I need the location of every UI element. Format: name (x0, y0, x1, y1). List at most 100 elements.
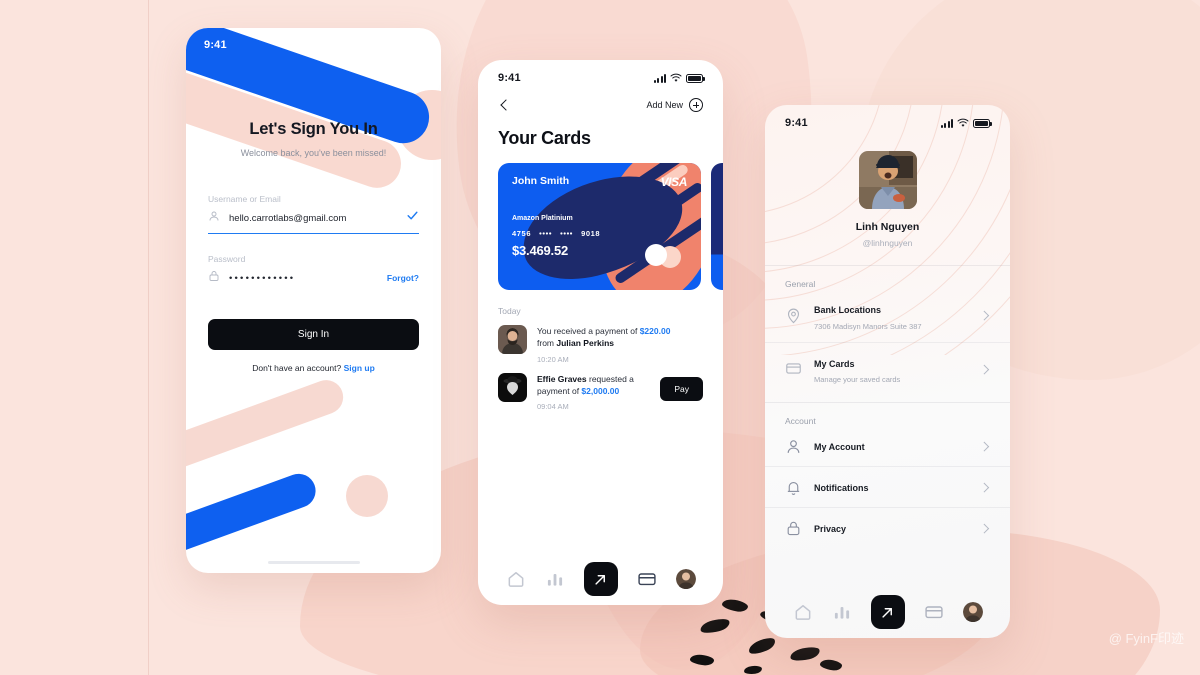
arrow-up-right-icon[interactable] (583, 562, 618, 596)
bottom-tab-bar (478, 553, 723, 605)
battery-icon (686, 73, 705, 83)
card-top-row: John Smith VISA (512, 175, 687, 189)
add-new-button[interactable]: Add New (646, 98, 703, 112)
page-title: Your Cards (498, 128, 591, 148)
transaction-text: You received a payment of $220.00 from J… (537, 325, 703, 350)
page-title: Let's Sign You In (249, 120, 378, 138)
location-pin-icon (785, 307, 802, 324)
add-new-label: Add New (646, 100, 683, 110)
phone-profile-screen: 9:41 Linh Nguyen @linhnguyen General Ban… (765, 105, 1010, 638)
card-number: 4756 •••• •••• 9018 (512, 229, 687, 238)
username-field-row[interactable]: hello.carrotlabs@gmail.com (208, 209, 419, 234)
home-icon[interactable] (506, 569, 526, 589)
chevron-right-icon (980, 310, 990, 320)
username-group: Username or Email hello.carrotlabs@gmail… (208, 194, 419, 234)
phone-cards-screen: 9:41 Add New Your Cards John Smith VISA … (478, 60, 723, 605)
status-bar: 9:41 (186, 28, 441, 51)
signin-button[interactable]: Sign In (208, 319, 419, 350)
transaction-text: Effie Graves requested a payment of $2,0… (537, 373, 650, 398)
card-number-prefix: 4756 (512, 229, 532, 238)
settings-row-my-account[interactable]: My Account (765, 426, 1010, 466)
settings-row-privacy[interactable]: Privacy (765, 507, 1010, 548)
settings-row-content: Privacy (814, 519, 968, 537)
signal-icon (940, 118, 953, 128)
status-time: 9:41 (204, 39, 227, 51)
settings-row-title: Privacy (814, 524, 847, 534)
chevron-right-icon (980, 482, 990, 492)
status-time: 9:41 (785, 117, 808, 129)
status-icons (653, 73, 705, 83)
username-input[interactable]: hello.carrotlabs@gmail.com (229, 213, 397, 224)
settings-row-title: My Cards (814, 358, 855, 369)
phone-signin-screen: 9:41 Let's Sign You In Welcome back, you… (186, 28, 441, 573)
pay-button[interactable]: Pay (660, 376, 703, 401)
visa-logo: VISA (660, 175, 688, 189)
battery-icon (973, 118, 992, 128)
transactions-section-label: Today (498, 306, 521, 316)
signup-prompt: Don't have an account? Sign up (208, 363, 419, 373)
transaction-row[interactable]: Effie Graves requested a payment of $2,0… (478, 364, 723, 411)
signal-icon (653, 73, 666, 83)
transaction-row[interactable]: You received a payment of $220.00 from J… (478, 316, 723, 364)
signup-link[interactable]: Sign up (344, 363, 375, 373)
settings-row-content: Notifications (814, 478, 968, 496)
avatar-icon[interactable] (962, 602, 983, 622)
cards-carousel[interactable]: John Smith VISA Amazon Platinium 4756 ••… (478, 163, 723, 290)
home-icon[interactable] (793, 602, 813, 622)
transaction-party: Effie Graves (537, 373, 587, 384)
chevron-right-icon (980, 523, 990, 533)
profile-name: Linh Nguyen (855, 221, 920, 233)
background-vertical-rule (148, 0, 149, 675)
username-label: Username or Email (208, 194, 281, 204)
card-icon[interactable] (924, 602, 944, 622)
password-input[interactable]: •••••••••••• (229, 273, 378, 284)
top-nav: Add New (478, 84, 723, 112)
password-group: Password •••••••••••• Forgot? (208, 254, 419, 293)
forgot-password-link[interactable]: Forgot? (387, 273, 419, 283)
profile-handle: @linhnguyen (862, 238, 913, 248)
lock-icon (208, 269, 220, 287)
card-icon (785, 360, 802, 377)
status-time: 9:41 (498, 72, 521, 84)
settings-row-my-cards[interactable]: My Cards Manage your saved cards (765, 341, 1010, 396)
avatar (498, 372, 527, 402)
page-subtitle: Welcome back, you've been missed! (240, 148, 387, 158)
chevron-right-icon (980, 364, 990, 374)
settings-row-bank-locations[interactable]: Bank Locations 7306 Madisyn Manors Suite… (765, 289, 1010, 342)
check-icon (406, 209, 419, 227)
status-bar: 9:41 (765, 105, 1010, 129)
transaction-amount: $2,000.00 (581, 385, 620, 396)
card-peek-next[interactable] (711, 163, 723, 290)
password-field-row[interactable]: •••••••••••• Forgot? (208, 269, 419, 293)
section-label-account: Account (785, 416, 816, 426)
password-label: Password (208, 254, 246, 264)
chart-icon[interactable] (545, 569, 565, 589)
bottom-tab-bar (765, 586, 1010, 638)
section-label-general: General (785, 279, 816, 289)
arrow-up-right-icon[interactable] (870, 595, 905, 629)
settings-row-content: My Cards Manage your saved cards (814, 354, 968, 385)
credit-card[interactable]: John Smith VISA Amazon Platinium 4756 ••… (498, 163, 701, 290)
settings-row-subtitle: 7306 Madisyn Manors Suite 387 (814, 321, 922, 331)
transaction-party: Julian Perkins (556, 338, 615, 349)
home-indicator (267, 561, 360, 564)
settings-row-subtitle: Manage your saved cards (814, 375, 901, 384)
settings-row-title: Bank Locations (814, 305, 882, 315)
avatar[interactable] (858, 151, 917, 209)
card-content: John Smith VISA Amazon Platinium 4756 ••… (498, 163, 701, 290)
profile-header: Linh Nguyen @linhnguyen (765, 129, 1010, 248)
watermark: @ FyinF印迹 (1108, 631, 1184, 646)
txn-line1-lead: You received a payment of (537, 326, 640, 336)
chevron-left-icon[interactable] (498, 98, 512, 112)
signup-prompt-text: Don't have an account? (252, 363, 344, 373)
avatar-icon[interactable] (675, 569, 696, 589)
signin-content: Let's Sign You In Welcome back, you've b… (186, 28, 441, 573)
status-icons (940, 118, 992, 128)
chevron-right-icon (980, 441, 990, 451)
settings-row-notifications[interactable]: Notifications (765, 466, 1010, 507)
transaction-time: 10:20 AM (537, 354, 569, 364)
txn-line1-tail: requested a (586, 373, 634, 384)
card-icon[interactable] (637, 569, 657, 589)
wifi-icon (670, 73, 682, 82)
chart-icon[interactable] (832, 602, 852, 622)
